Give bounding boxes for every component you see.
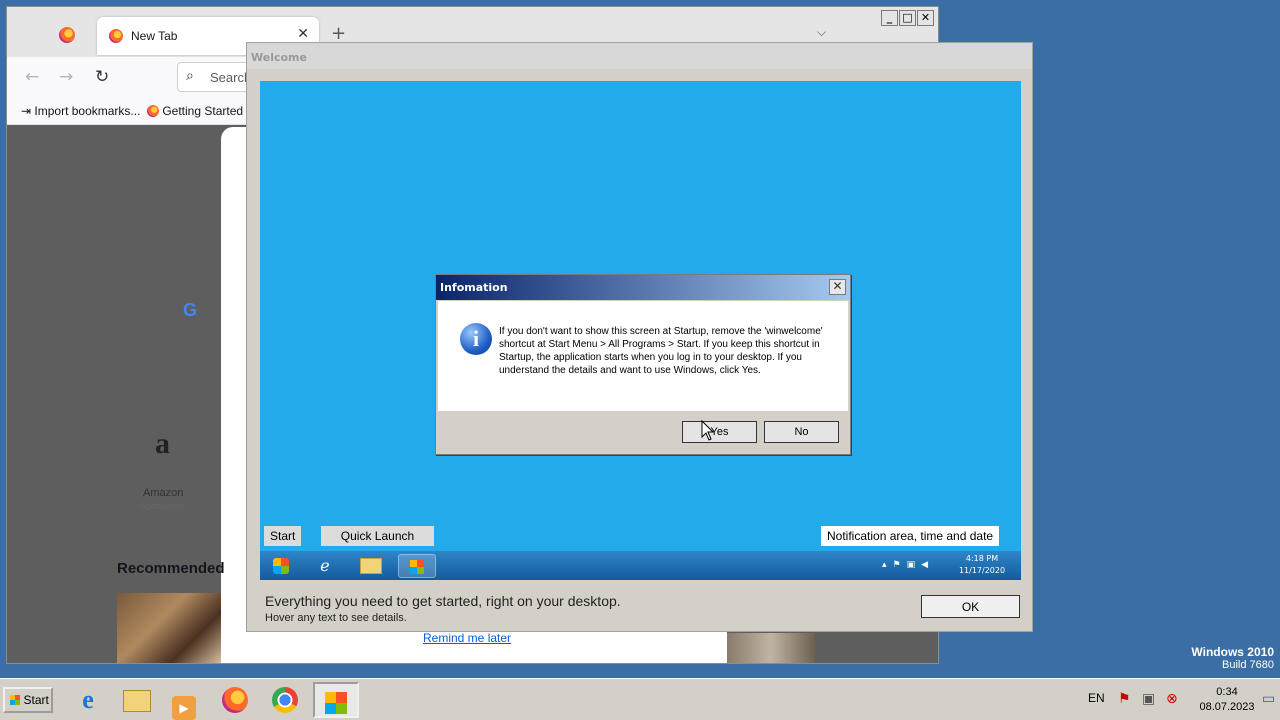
mouse-cursor-icon <box>701 420 715 441</box>
tab-close-icon[interactable]: ✕ <box>297 26 309 42</box>
firefox-icon <box>147 105 159 117</box>
windows-flag-icon <box>398 554 436 578</box>
information-dialog: Infomation ✕ i If you don't want to show… <box>435 274 851 455</box>
desktop-watermark: Windows 2010 Build 7680 <box>1191 645 1274 671</box>
maximize-button[interactable]: □ <box>899 10 916 26</box>
shortcut-label[interactable]: Amazon <box>143 487 183 499</box>
internet-explorer-icon: ℯ <box>320 556 330 575</box>
folder-icon <box>352 554 390 578</box>
recommended-article-image-2[interactable] <box>727 633 815 663</box>
chrome-icon[interactable] <box>265 682 305 718</box>
start-button[interactable]: Start <box>3 687 53 713</box>
welcome-hint: Hover any text to see details. <box>265 612 407 624</box>
start-label[interactable]: Start <box>264 526 302 546</box>
preview-clock: 4:18 PM 11/17/2020 <box>958 554 1006 575</box>
new-tab-button[interactable]: + <box>331 23 346 44</box>
file-explorer-icon[interactable] <box>117 682 157 718</box>
internet-explorer-icon[interactable]: e <box>68 682 108 718</box>
taskbar: Start e ▶ EN ⚑ ▣ ⊗ 0:34 08.07.2023 ▭ <box>0 678 1280 720</box>
reload-icon[interactable]: ↻ <box>95 67 109 87</box>
preview-taskbar: ℯ ▴⚑▣◀ 4:18 PM 11/17/2020 <box>260 551 1021 580</box>
windows-logo-icon <box>10 694 21 705</box>
winwelcome-icon[interactable] <box>313 682 359 718</box>
show-desktop-icon[interactable]: ▭ <box>1262 691 1275 707</box>
dialog-close-icon[interactable]: ✕ <box>829 279 846 295</box>
notification-area-label[interactable]: Notification area, time and date <box>821 526 1000 546</box>
bookmark-import[interactable]: ⇥ Import bookmarks... <box>21 104 140 118</box>
preview-tray-icons: ▴⚑▣◀ <box>882 560 935 570</box>
dialog-message: If you don't want to show this screen at… <box>499 326 823 376</box>
language-indicator[interactable]: EN <box>1088 691 1105 705</box>
welcome-description: Everything you need to get started, righ… <box>265 593 621 609</box>
yes-button[interactable]: Yes <box>682 421 757 443</box>
amazon-logo-icon[interactable]: a <box>155 427 170 461</box>
close-button[interactable]: ✕ <box>917 10 934 26</box>
media-player-icon[interactable]: ▶ <box>164 682 204 720</box>
shortcut-sponsored-label: Sponsored <box>140 501 184 511</box>
recommended-heading: Recommended <box>117 560 225 577</box>
quick-launch-label[interactable]: Quick Launch <box>321 526 434 546</box>
ok-button[interactable]: OK <box>921 595 1020 618</box>
taskbar-clock[interactable]: 0:34 08.07.2023 <box>1196 685 1258 715</box>
back-icon[interactable]: ← <box>25 67 39 87</box>
dialog-title: Infomation <box>436 275 850 300</box>
dialog-body: i If you don't want to show this screen … <box>438 301 848 411</box>
windows-logo-icon <box>262 554 300 578</box>
window-controls: _ □ ✕ <box>881 10 934 26</box>
list-all-tabs-icon[interactable]: ⌵ <box>817 25 826 40</box>
minimize-button[interactable]: _ <box>881 10 898 26</box>
remind-me-later-link[interactable]: Remind me later <box>423 631 511 645</box>
import-icon: ⇥ <box>21 104 35 118</box>
firefox-pinned-tab-icon[interactable] <box>59 27 75 43</box>
firefox-icon <box>109 29 123 43</box>
os-build: Build 7680 <box>1222 659 1274 671</box>
firefox-icon[interactable] <box>215 682 255 718</box>
search-icon: ⌕ <box>186 68 194 84</box>
tab-title: New Tab <box>131 29 178 43</box>
bookmark-getting-started[interactable]: Getting Started <box>147 104 243 118</box>
google-icon: G <box>183 300 198 320</box>
os-name: Windows 2010 <box>1191 645 1274 659</box>
no-button[interactable]: No <box>764 421 839 443</box>
network-icon[interactable]: ▣ <box>1142 691 1155 707</box>
recommended-article-image[interactable] <box>117 593 221 663</box>
info-icon: i <box>460 323 492 355</box>
action-center-icon[interactable]: ⚑ <box>1118 691 1131 707</box>
volume-muted-icon[interactable]: ⊗ <box>1166 691 1178 707</box>
forward-icon[interactable]: → <box>59 67 73 87</box>
welcome-title-bar: Welcome <box>247 43 1032 69</box>
